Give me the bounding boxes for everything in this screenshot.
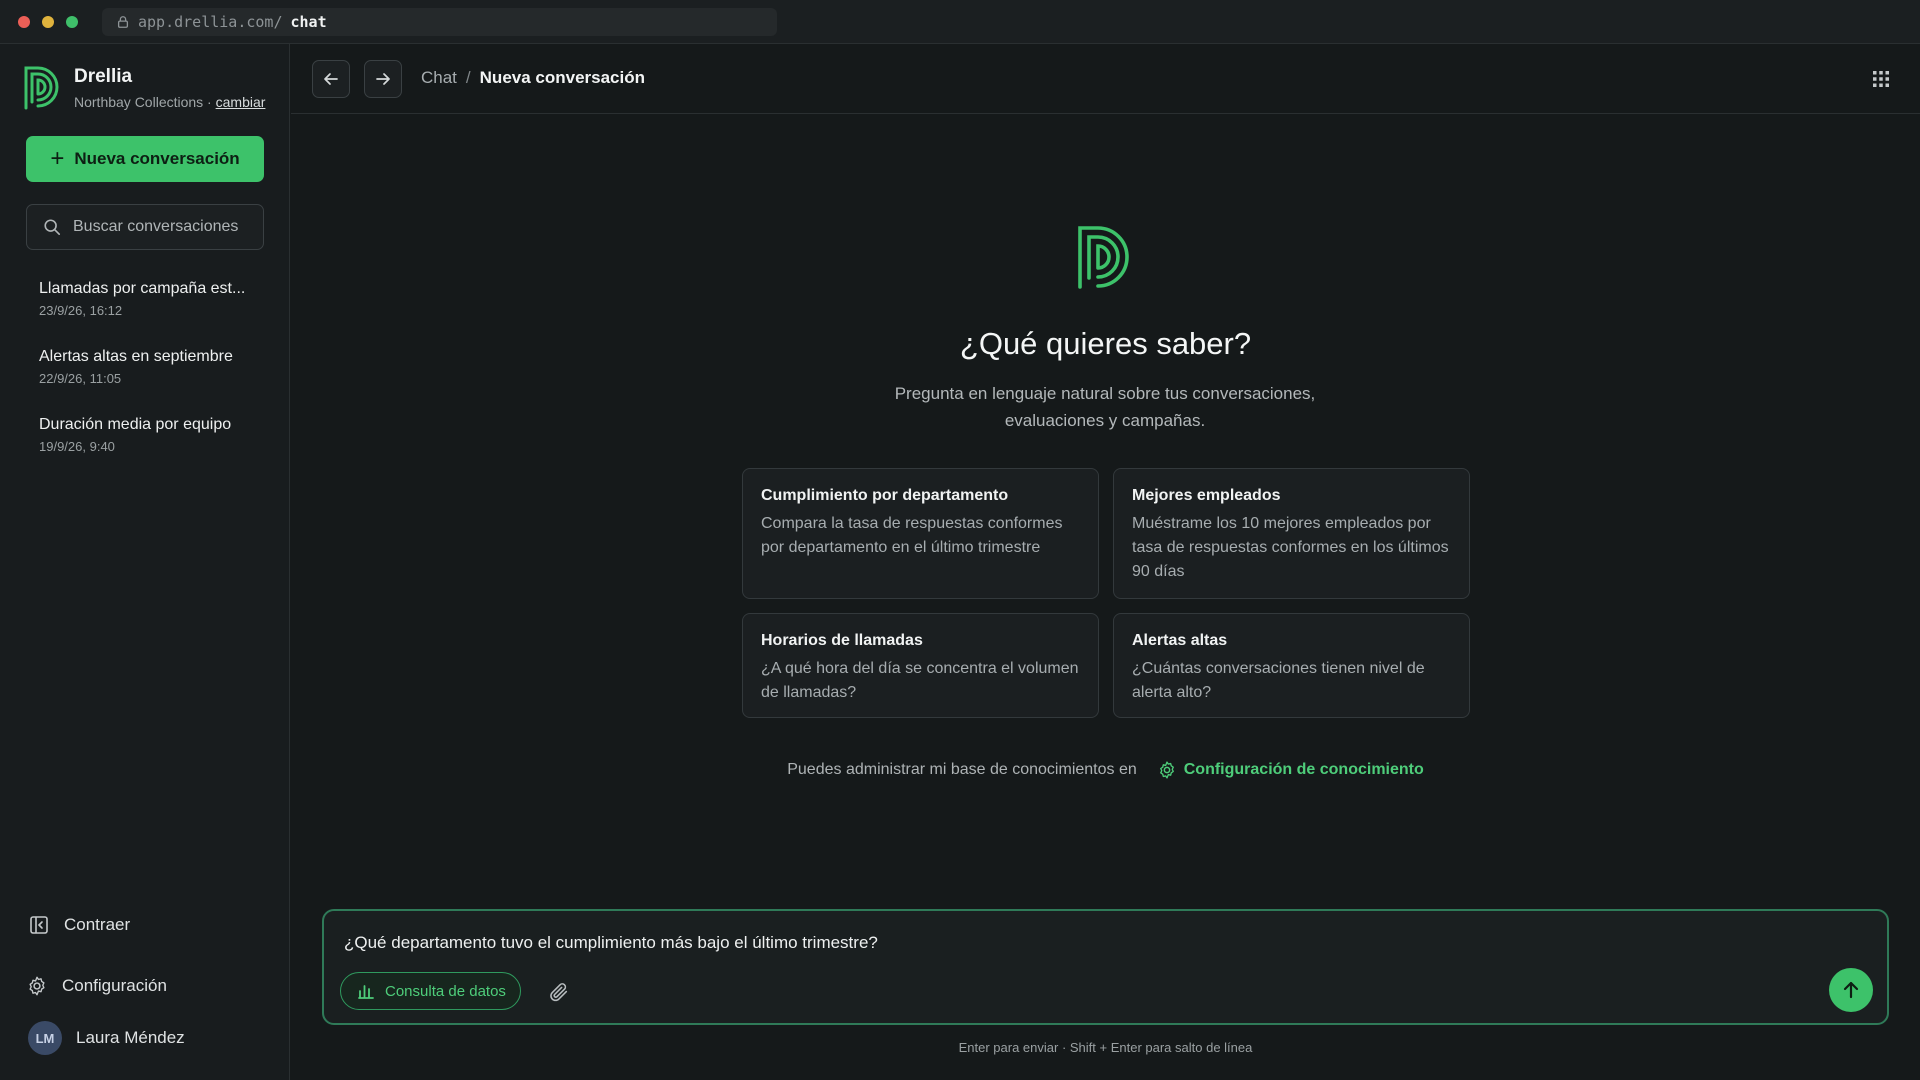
top-bar: Chat / Nueva conversación [291,44,1920,114]
suggestion-card[interactable]: Mejores empleados Muéstrame los 10 mejor… [1113,468,1470,599]
data-query-mode-button[interactable]: Consulta de datos [340,972,521,1010]
suggestion-title: Mejores empleados [1132,487,1281,504]
settings-button[interactable]: Configuración [26,975,167,997]
knowledge-settings-link[interactable]: Configuración de conocimiento [1157,760,1424,780]
forward-button[interactable] [364,60,402,98]
conversation-time: 19/9/26, 9:40 [39,439,115,454]
knowledge-base-line: Puedes administrar mi base de conocimien… [291,760,1920,780]
suggestion-card[interactable]: Horarios de llamadas ¿A qué hora del día… [742,613,1099,718]
suggestion-card[interactable]: Cumplimiento por departamento Compara la… [742,468,1099,599]
paperclip-icon[interactable] [548,981,570,1003]
window-minimize-button[interactable] [42,16,54,28]
conversation-title: Duración media por equipo [39,416,232,433]
message-composer: Consulta de datos [322,909,1889,1025]
user-profile[interactable]: LM Laura Méndez [28,1021,185,1055]
hero-title: ¿Qué quieres saber? [959,326,1252,361]
knowledge-base-text: Puedes administrar mi base de conocimien… [787,761,1137,778]
settings-label: Configuración [62,976,167,995]
suggestion-description: Muéstrame los 10 mejores empleados por t… [1132,515,1449,580]
user-name: Laura Méndez [76,1028,185,1047]
browser-chrome: app.drellia.com/ chat [0,0,1920,44]
new-conversation-label: Nueva conversación [74,149,240,168]
breadcrumb-chat[interactable]: Chat [421,68,457,88]
conversation-time: 23/9/26, 16:12 [39,303,123,318]
suggestion-title: Horarios de llamadas [761,632,923,649]
composer-hint: Enter para enviar · Shift + Enter para s… [958,1040,1253,1055]
address-bar[interactable]: app.drellia.com/ chat [102,8,777,36]
window-close-button[interactable] [18,16,30,28]
switch-workspace-link[interactable]: cambiar [216,94,266,110]
search-box [26,204,264,250]
arrow-up-icon [1843,981,1859,999]
hero-subtitle: Pregunta en lenguaje natural sobre tus c… [894,384,1316,430]
suggestion-title: Alertas altas [1132,632,1228,649]
suggestion-description: ¿A qué hora del día se concentra el volu… [761,660,1079,701]
search-conversations-input[interactable] [73,218,253,236]
data-query-label: Consulta de datos [385,982,506,1000]
bar-chart-icon [358,985,374,999]
conversation-time: 22/9/26, 11:05 [39,371,122,386]
plus-icon: + [50,145,65,172]
collapse-sidebar-icon [30,916,48,934]
collapse-sidebar-button[interactable]: Contraer [28,914,130,936]
avatar: LM [28,1021,62,1055]
window-maximize-button[interactable] [66,16,78,28]
drellia-logo-icon [24,66,59,110]
apps-grid-icon[interactable] [1872,70,1890,88]
brand-name: Drellia [74,66,133,87]
gear-icon [29,976,45,996]
url-path: chat [290,13,327,31]
suggestion-description: Compara la tasa de respuestas conformes … [761,515,1063,556]
conversation-item[interactable]: Llamadas por campaña est... 23/9/26, 16:… [26,276,266,344]
sidebar: Drellia Northbay Collections · cambiar +… [0,44,290,1080]
lock-icon [117,16,129,28]
conversation-title: Alertas altas en septiembre [39,348,233,365]
breadcrumb-current: Nueva conversación [479,68,646,87]
send-button[interactable] [1829,968,1873,1012]
arrow-right-icon [376,73,390,85]
breadcrumb: Chat / Nueva conversación [421,68,645,88]
conversation-title: Llamadas por campaña est... [39,280,246,297]
collapse-label: Contraer [64,915,131,934]
breadcrumb-separator: / [465,68,471,87]
conversation-list: Llamadas por campaña est... 23/9/26, 16:… [26,276,266,480]
message-input[interactable] [344,933,1844,961]
url-host: app.drellia.com/ [138,13,283,31]
conversation-item[interactable]: Alertas altas en septiembre 22/9/26, 11:… [26,344,266,412]
new-conversation-button[interactable]: + Nueva conversación [26,136,264,182]
suggestion-description: ¿Cuántas conversaciones tienen nivel de … [1132,660,1425,701]
arrow-left-icon [324,73,338,85]
search-icon [44,219,61,236]
drellia-logo-icon [1078,226,1129,289]
suggestion-title: Cumplimiento por departamento [761,487,1009,504]
workspace-name: Northbay Collections · [74,94,212,110]
suggestion-card[interactable]: Alertas altas ¿Cuántas conversaciones ti… [1113,613,1470,718]
back-button[interactable] [312,60,350,98]
conversation-item[interactable]: Duración media por equipo 19/9/26, 9:40 [26,412,266,480]
knowledge-settings-label: Configuración de conocimiento [1183,761,1424,778]
gear-icon [1159,761,1174,779]
workspace-line: Northbay Collections · cambiar [74,94,265,110]
